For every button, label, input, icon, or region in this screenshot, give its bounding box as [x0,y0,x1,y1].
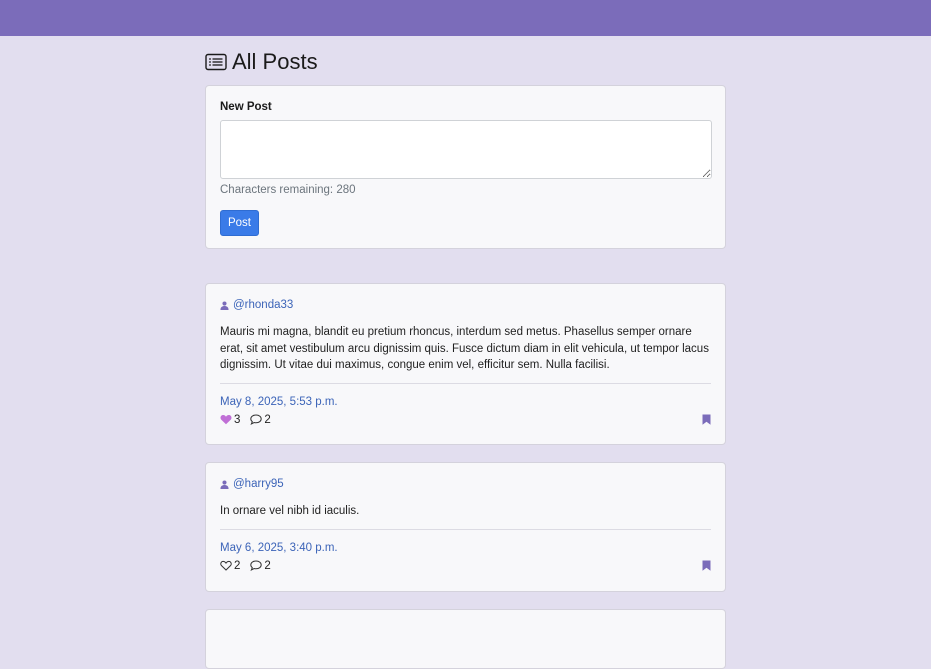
post-card: @rhonda33 Mauris mi magna, blandit eu pr… [205,283,726,445]
post-body: Mauris mi magna, blandit eu pretium rhon… [220,326,709,372]
heart-outline-icon [220,560,232,571]
like-button[interactable]: 3 [220,414,240,426]
post-author: @harry95 [220,478,711,490]
like-button[interactable]: 2 [220,560,240,572]
comment-icon [250,414,263,426]
post-meta: May 8, 2025, 5:53 p.m. 3 2 [220,384,711,426]
post-card [205,609,726,669]
post-author: @rhonda33 [220,299,711,311]
post-meta: May 6, 2025, 3:40 p.m. 2 2 [220,530,711,572]
new-post-textarea[interactable] [220,120,712,179]
post-body: In ornare vel nibh id iaculis. [220,505,360,517]
post-date-link[interactable]: May 6, 2025, 3:40 p.m. [220,542,338,554]
comment-button[interactable]: 2 [250,413,271,426]
page-header: All Posts [205,36,726,86]
author-link[interactable]: @rhonda33 [233,299,293,311]
user-icon [220,300,229,310]
new-post-label: New Post [220,101,272,113]
post-actions: 2 2 [220,560,711,572]
heart-filled-icon [220,415,232,425]
bookmark-filled-icon[interactable] [702,560,711,571]
user-icon [220,479,229,489]
bookmark-filled-icon[interactable] [702,414,711,425]
post-date-link[interactable]: May 8, 2025, 5:53 p.m. [220,396,338,408]
comment-count: 2 [264,559,271,572]
comment-button[interactable]: 2 [250,559,271,572]
like-count: 2 [234,559,241,572]
top-navbar [0,0,931,36]
post-actions: 3 2 [220,414,711,426]
list-icon [205,53,227,71]
new-post-card: New Post Characters remaining: 280 Post [205,85,726,249]
page-title: All Posts [232,49,318,74]
post-card: @harry95 In ornare vel nibh id iaculis. … [205,462,726,592]
author-link[interactable]: @harry95 [233,478,284,490]
comment-icon [250,560,263,572]
post-button[interactable]: Post [220,210,259,236]
comment-count: 2 [264,413,271,426]
main-content: All Posts New Post Characters remaining:… [205,36,726,669]
like-count: 3 [234,413,241,426]
characters-remaining: Characters remaining: 280 [220,184,356,196]
